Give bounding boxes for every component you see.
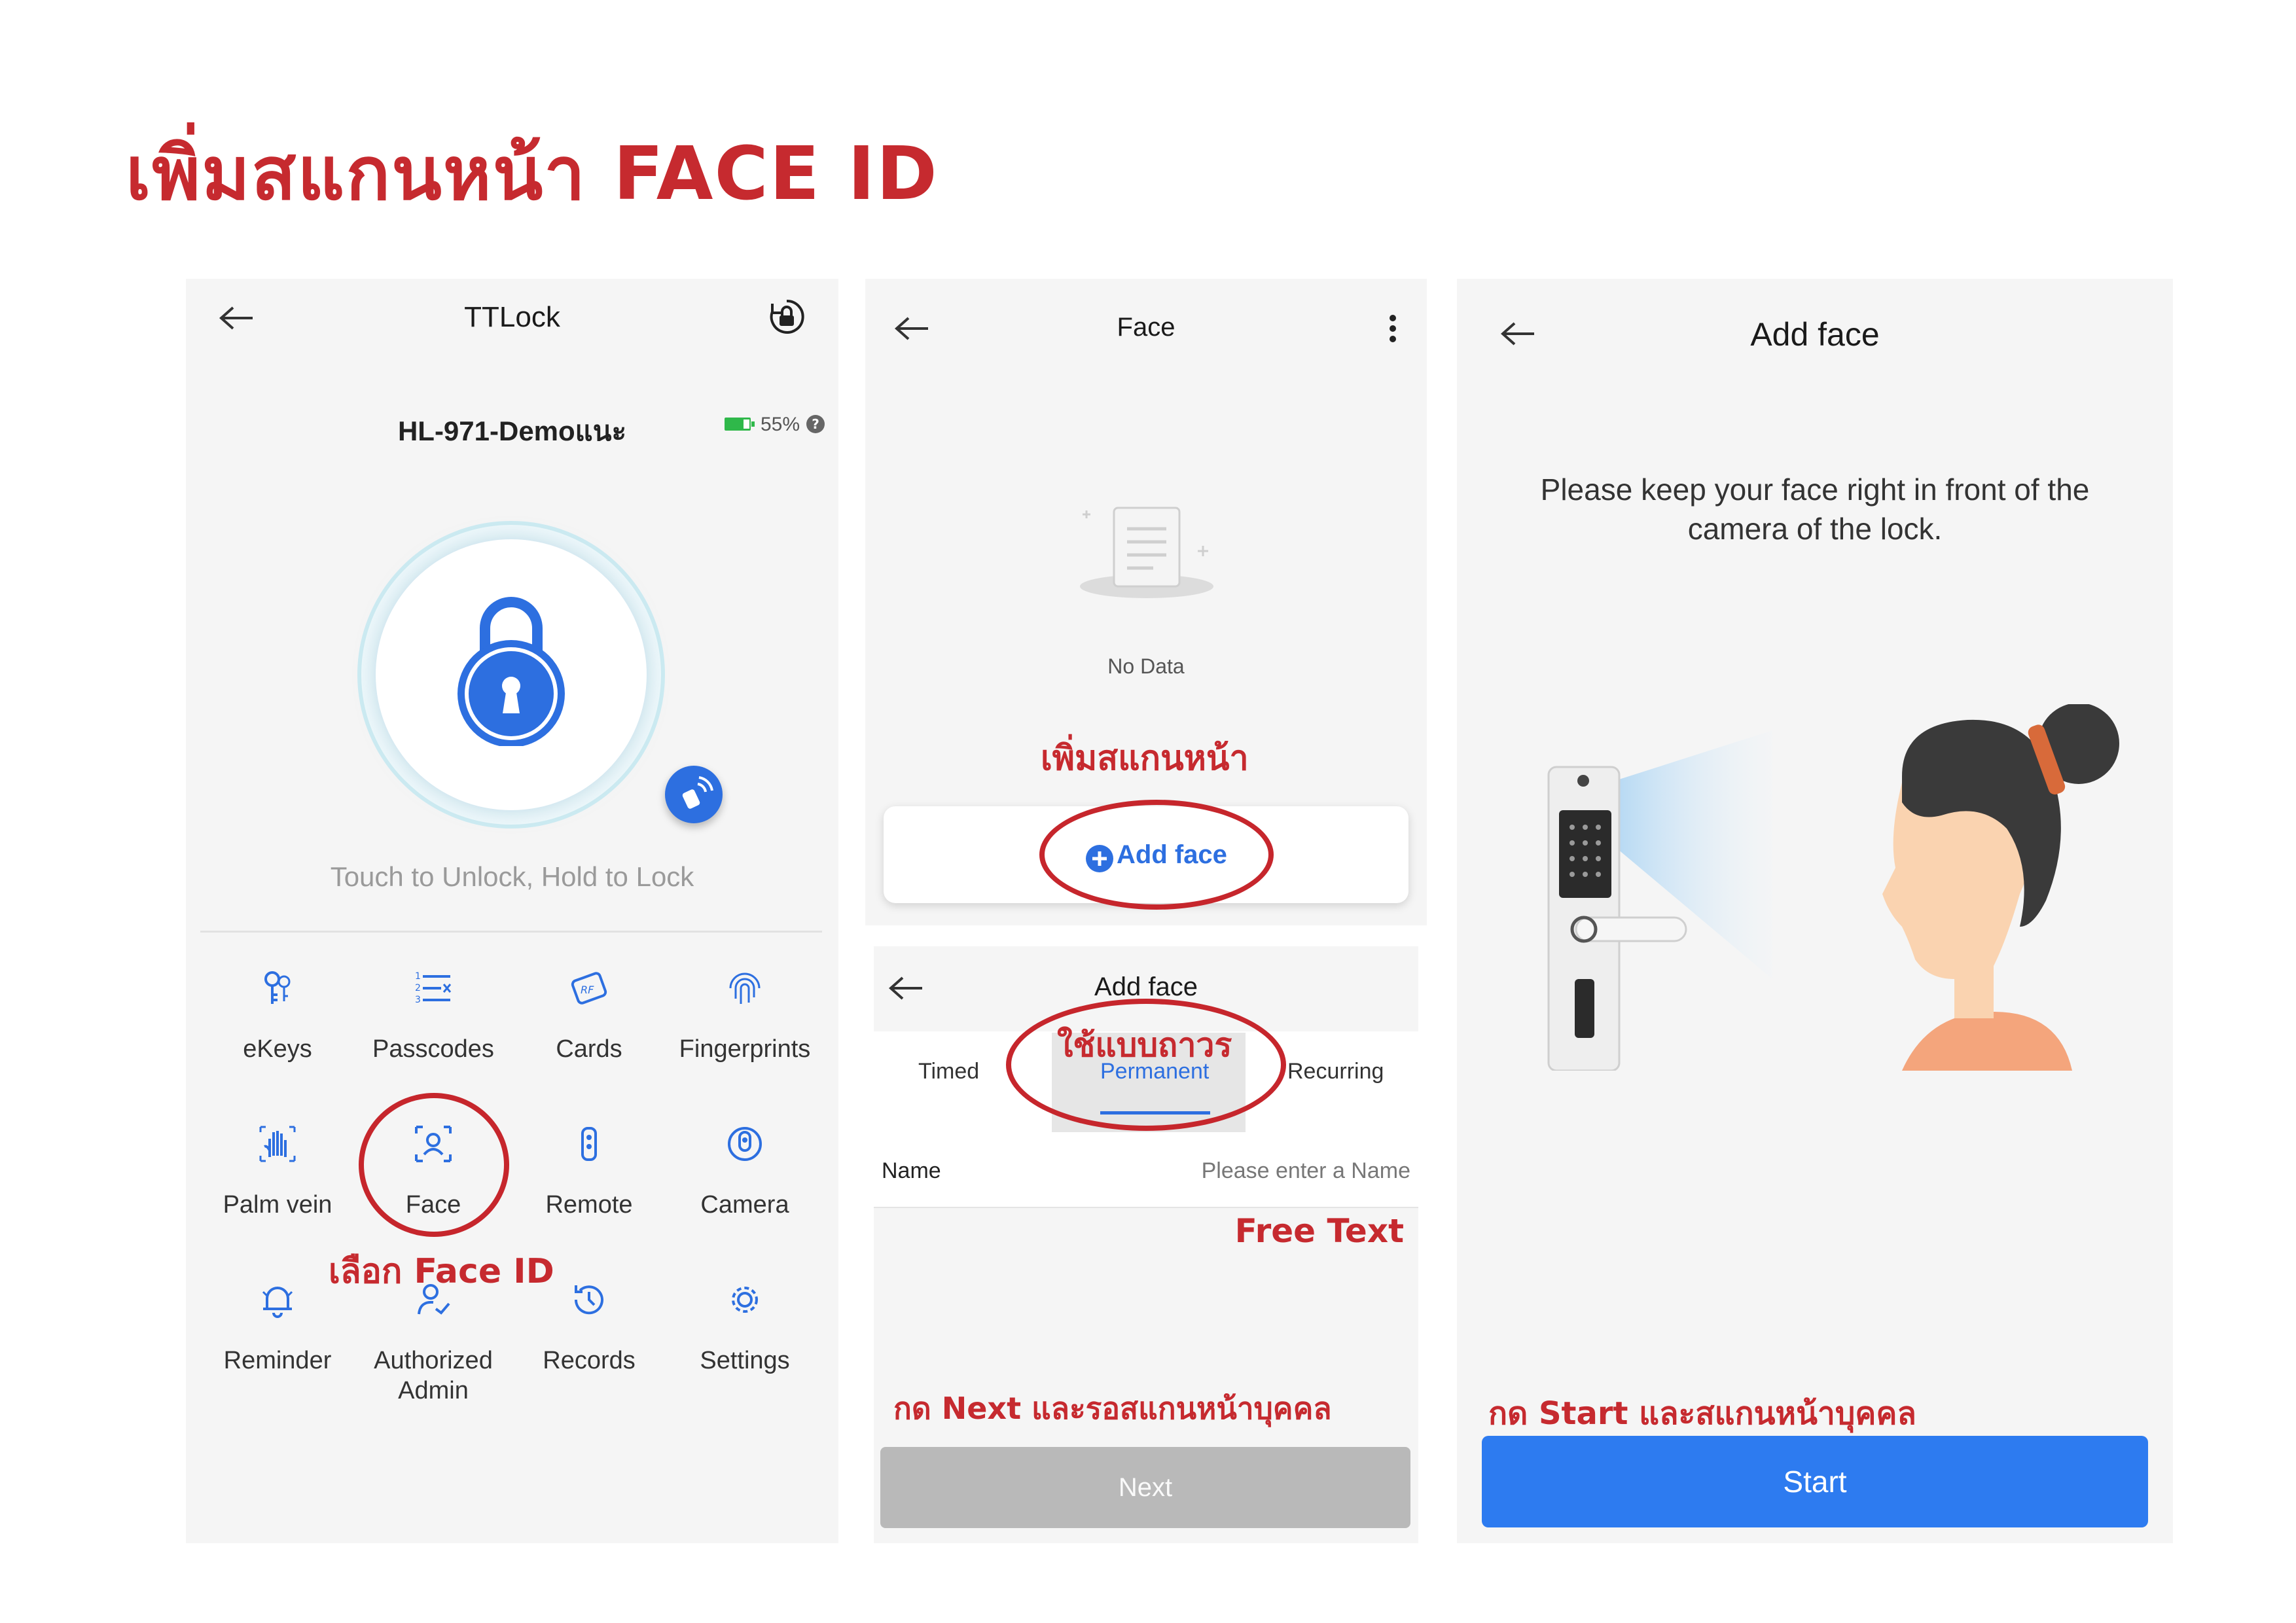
ttlock-main-screen: TTLock HL-971-Demoแนะ 55% ? Touch to Unl…	[186, 279, 838, 1543]
grid-item-cards[interactable]: RF Cards	[511, 969, 668, 1099]
instruction-text: Please keep your face right in front of …	[1540, 473, 2090, 546]
grid-item-ekeys[interactable]: eKeys	[199, 969, 356, 1099]
empty-state-text: No Data	[1107, 654, 1185, 678]
header-title: Add face	[1750, 316, 1880, 353]
passcode-list-icon: 12 3	[414, 969, 453, 1008]
empty-document-icon	[1075, 495, 1219, 599]
remote-icon	[569, 1124, 609, 1164]
svg-text:1: 1	[415, 971, 421, 982]
grid-label: eKeys	[243, 1035, 312, 1063]
annotation-select-face: เลือก Face ID	[329, 1252, 554, 1291]
grid-item-settings[interactable]: Settings	[666, 1280, 823, 1411]
grid-label: Palm vein	[223, 1191, 332, 1219]
svg-text:3: 3	[415, 995, 421, 1005]
face-list-screen: Face No Data เพิ่มสแกนหน้า Add face	[865, 279, 1427, 925]
annotation-press-next: กด Next และรอสแกนหน้าบุคคล	[893, 1391, 1332, 1426]
grid-label: Reminder	[223, 1347, 332, 1374]
svg-text:RF: RF	[581, 984, 594, 996]
lock-sync-icon[interactable]	[767, 297, 806, 336]
annotation-free-text: Free Text	[1234, 1212, 1404, 1250]
grid-item-records[interactable]: Records	[511, 1280, 668, 1411]
rf-card-icon: RF	[569, 969, 609, 1008]
svg-text:2: 2	[415, 983, 421, 993]
grid-label: Passcodes	[372, 1035, 494, 1063]
name-label: Name	[882, 1158, 941, 1183]
key-icon	[258, 969, 297, 1008]
unlock-hint: Touch to Unlock, Hold to Lock	[330, 861, 694, 892]
annotation-add-face: เพิ่มสแกนหน้า	[1041, 739, 1249, 778]
header-title: Face	[1117, 313, 1175, 342]
face-scan-illustration	[1535, 703, 2125, 1072]
fingerprint-icon	[725, 969, 764, 1008]
grid-item-passcodes[interactable]: 12 3 Passcodes	[355, 969, 512, 1099]
grid-label: Authorized Admin	[374, 1347, 493, 1404]
face-scan-start-screen: Add face Please keep your face right in …	[1457, 279, 2173, 1543]
camera-icon	[725, 1124, 764, 1164]
permanent-highlight-ring	[1006, 999, 1286, 1131]
tab-timed[interactable]: Timed	[918, 1059, 979, 1084]
next-button[interactable]: Next	[880, 1447, 1410, 1528]
grid-item-palm-vein[interactable]: Palm vein	[199, 1124, 356, 1255]
divider	[200, 931, 822, 933]
help-icon[interactable]: ?	[806, 415, 825, 433]
face-highlight-ring	[359, 1093, 509, 1237]
remote-unlock-icon[interactable]	[665, 766, 723, 823]
grid-item-reminder[interactable]: Reminder	[199, 1280, 356, 1411]
battery-icon	[724, 416, 755, 432]
tab-recurring[interactable]: Recurring	[1287, 1059, 1384, 1084]
grid-label: Cards	[556, 1035, 622, 1063]
history-icon	[569, 1280, 609, 1319]
add-face-form-screen: Add face Timed Permanent Recurring ใช้แบ…	[874, 946, 1418, 1543]
bell-icon	[258, 1280, 297, 1319]
start-button[interactable]: Start	[1482, 1436, 2148, 1527]
grid-label: Fingerprints	[679, 1035, 811, 1063]
battery-level: 55%	[761, 414, 800, 435]
grid-label: Records	[543, 1347, 636, 1374]
more-menu-icon[interactable]	[1389, 314, 1397, 343]
grid-item-remote[interactable]: Remote	[511, 1124, 668, 1255]
page-title: เพิ่มสแกนหน้า FACE ID	[126, 132, 939, 217]
add-face-highlight-ring	[1039, 800, 1274, 910]
grid-label: Remote	[545, 1191, 633, 1219]
grid-item-camera[interactable]: Camera	[666, 1124, 823, 1255]
gear-icon	[725, 1280, 764, 1319]
grid-item-authorized-admin[interactable]: Authorized Admin	[355, 1280, 512, 1411]
name-input[interactable]: Please enter a Name	[1202, 1158, 1410, 1184]
padlock-icon[interactable]	[449, 589, 573, 747]
grid-item-fingerprints[interactable]: Fingerprints	[666, 969, 823, 1099]
annotation-press-start: กด Start และสแกนหน้าบุคคล	[1488, 1395, 1916, 1432]
header-title: Add face	[1094, 972, 1198, 1001]
palm-icon	[258, 1124, 297, 1164]
grid-label: Camera	[700, 1191, 789, 1219]
header-title: TTLock	[464, 301, 560, 333]
grid-label: Settings	[700, 1347, 790, 1374]
